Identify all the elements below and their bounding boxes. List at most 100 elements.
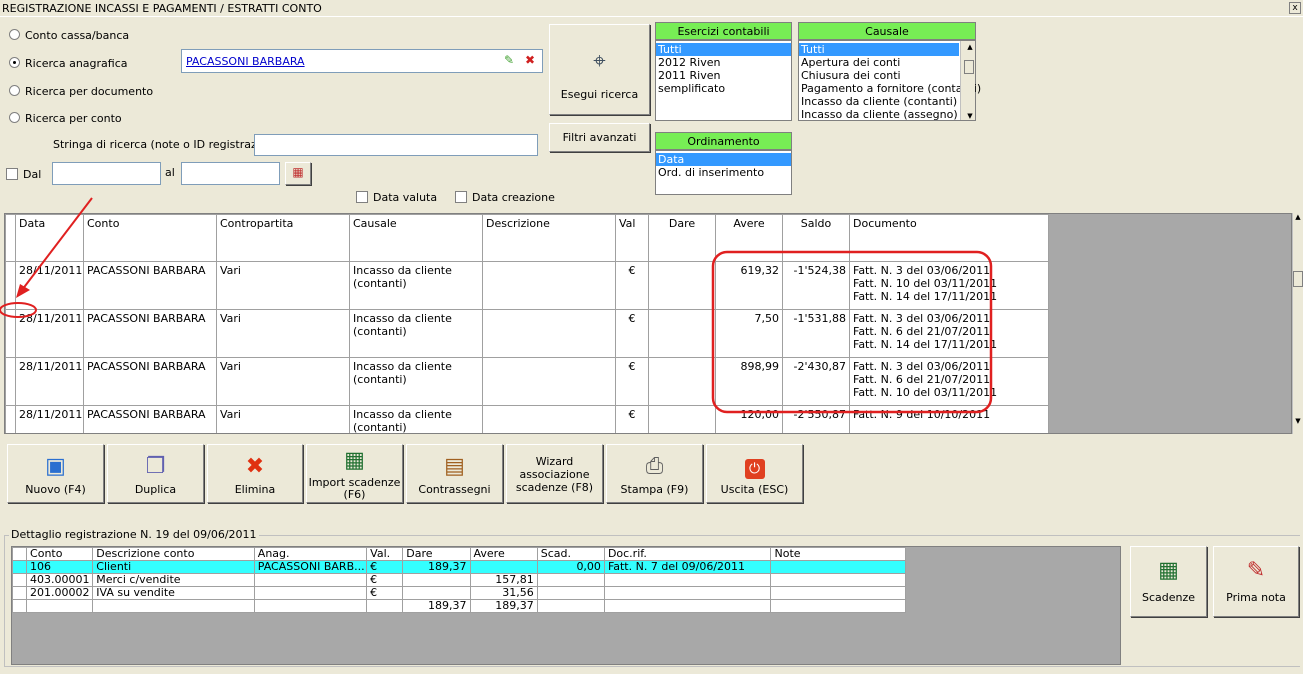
- radio-conto-cassa[interactable]: [9, 29, 20, 40]
- wizard-button[interactable]: Wizard associazione scadenze (F8): [506, 444, 603, 503]
- col-header[interactable]: Descrizione conto: [92, 547, 255, 561]
- dal-date-input[interactable]: [52, 162, 161, 185]
- spreadsheet-icon: ▦: [344, 448, 365, 473]
- import-label-2: (F6): [343, 488, 366, 501]
- radio-conto-cassa-label: Conto cassa/banca: [25, 29, 130, 42]
- row-selector-header: [12, 547, 28, 561]
- cell-conto: [26, 599, 94, 613]
- list-item[interactable]: Data: [656, 153, 791, 166]
- al-label: al: [165, 166, 175, 179]
- table-row[interactable]: 201.00002 IVA su vendite € 31,56: [12, 586, 906, 600]
- col-header[interactable]: Dare: [402, 547, 471, 561]
- causale-list[interactable]: Tutti Apertura dei conti Chiusura dei co…: [798, 40, 981, 121]
- cell-docrif: [603, 599, 772, 613]
- list-item[interactable]: Incasso da cliente (assegno): [799, 108, 975, 121]
- detail-grid[interactable]: Conto Descrizione conto Anag. Val. Dare …: [11, 546, 1121, 665]
- causale-scrollbar[interactable]: ▲ ▼: [960, 41, 975, 120]
- edit-pencil-icon[interactable]: ✎: [504, 53, 514, 67]
- radio-ricerca-conto-label: Ricerca per conto: [25, 112, 122, 125]
- radio-ricerca-documento[interactable]: [9, 85, 20, 96]
- row-selector: [12, 599, 28, 613]
- close-button[interactable]: x: [1289, 2, 1301, 14]
- cell-conto: 201.00002: [26, 586, 94, 600]
- stampa-button[interactable]: ⎙ Stampa (F9): [606, 444, 703, 503]
- import-scadenze-button[interactable]: ▦ Import scadenze (F6): [306, 444, 403, 503]
- contrassegni-button[interactable]: ▤ Contrassegni: [406, 444, 503, 503]
- radio-ricerca-anagrafica[interactable]: [9, 57, 20, 68]
- prima-nota-button[interactable]: ✎ Prima nota: [1213, 546, 1299, 617]
- delete-x-icon: ✖: [245, 454, 265, 479]
- esercizi-list[interactable]: Tutti 2012 Riven 2011 Riven semplificato: [655, 40, 792, 121]
- wizard-label-1: Wizard: [535, 455, 574, 468]
- elimina-button[interactable]: ✖ Elimina: [207, 444, 303, 503]
- cell-scad: 0,00: [536, 560, 605, 574]
- clear-x-icon[interactable]: ✖: [525, 53, 535, 67]
- annotation-ellipse: [0, 302, 37, 318]
- duplica-button[interactable]: ❐ Duplica: [107, 444, 204, 503]
- nuovo-label: Nuovo (F4): [25, 483, 86, 496]
- al-date-input[interactable]: [181, 162, 280, 185]
- col-header[interactable]: Scad.: [536, 547, 605, 561]
- annotation-highlight-box: [711, 250, 993, 414]
- annotation-overlay: [0, 197, 993, 414]
- filtri-avanzati-button[interactable]: Filtri avanzati: [549, 123, 650, 152]
- dal-checkbox[interactable]: [6, 168, 18, 180]
- cell-docrif: Fatt. N. 7 del 09/06/2011: [603, 560, 772, 574]
- list-item[interactable]: Apertura dei conti: [799, 56, 975, 69]
- duplicate-icon: ❐: [145, 454, 166, 479]
- detail-header-row: Conto Descrizione conto Anag. Val. Dare …: [12, 547, 906, 561]
- cell-docrif: [603, 586, 772, 600]
- scadenze-label: Scadenze: [1141, 591, 1196, 604]
- cell-val: €: [366, 586, 404, 600]
- list-item[interactable]: Ord. di inserimento: [656, 166, 791, 179]
- elimina-label: Elimina: [234, 483, 276, 496]
- row-selector[interactable]: [12, 573, 28, 587]
- cell-avere: 31,56: [469, 586, 538, 600]
- row-selector[interactable]: [12, 560, 28, 574]
- col-header[interactable]: Conto: [26, 547, 94, 561]
- contrassegni-label: Contrassegni: [418, 483, 491, 496]
- cell-docrif: [603, 573, 772, 587]
- table-row[interactable]: 106 Clienti PACASSONI BARB... € 189,37 0…: [12, 560, 906, 574]
- list-item[interactable]: semplificato: [656, 82, 791, 95]
- col-header[interactable]: Val.: [366, 547, 404, 561]
- ordinamento-list[interactable]: Data Ord. di inserimento: [655, 150, 792, 195]
- radio-ricerca-conto[interactable]: [9, 112, 20, 123]
- list-item[interactable]: Tutti: [656, 43, 791, 56]
- list-item[interactable]: Chiusura dei conti: [799, 69, 975, 82]
- cell-anag: [253, 586, 368, 600]
- calendar-icon[interactable]: ▦: [285, 162, 311, 185]
- prima-nota-label: Prima nota: [1226, 591, 1286, 604]
- list-item[interactable]: 2012 Riven: [656, 56, 791, 69]
- binoculars-icon: ⌖: [593, 49, 606, 74]
- table-row[interactable]: 403.00001 Merci c/vendite € 157,81: [12, 573, 906, 587]
- boxes-icon: ▤: [444, 454, 465, 479]
- list-item[interactable]: Incasso da cliente (contanti): [799, 95, 975, 108]
- stampa-label: Stampa (F9): [620, 483, 689, 496]
- uscita-button[interactable]: ⏻ Uscita (ESC): [706, 444, 803, 503]
- list-item[interactable]: 2011 Riven: [656, 69, 791, 82]
- cell-note: [770, 586, 906, 600]
- stringa-input[interactable]: [254, 134, 538, 156]
- cell-conto: 403.00001: [26, 573, 94, 587]
- scadenze-button[interactable]: ▦ Scadenze: [1130, 546, 1207, 617]
- window-title: REGISTRAZIONE INCASSI E PAGAMENTI / ESTR…: [0, 0, 1303, 17]
- printer-icon: ⎙: [645, 454, 664, 479]
- anagrafica-link[interactable]: PACASSONI BARBARA: [186, 55, 305, 68]
- cell-descrizione: Merci c/vendite: [92, 573, 255, 587]
- list-item[interactable]: Tutti: [799, 43, 959, 56]
- anagrafica-field[interactable]: PACASSONI BARBARA ✎ ✖: [181, 49, 543, 73]
- col-header[interactable]: Avere: [469, 547, 538, 561]
- grid-scrollbar[interactable]: ▲ ▼: [1292, 213, 1303, 434]
- list-item[interactable]: Pagamento a fornitore (contanti): [799, 82, 981, 95]
- col-header[interactable]: Doc.rif.: [603, 547, 772, 561]
- esercizi-header: Esercizi contabili: [655, 22, 792, 40]
- col-header[interactable]: Anag.: [253, 547, 368, 561]
- total-dare: 189,37: [402, 599, 471, 613]
- col-header[interactable]: Note: [770, 547, 906, 561]
- radio-ricerca-documento-label: Ricerca per documento: [25, 85, 154, 98]
- esegui-ricerca-button[interactable]: ⌖ Esegui ricerca: [549, 24, 650, 115]
- row-selector[interactable]: [12, 586, 28, 600]
- radio-ricerca-anagrafica-label: Ricerca anagrafica: [25, 57, 128, 70]
- nuovo-button[interactable]: ▣ Nuovo (F4): [7, 444, 104, 503]
